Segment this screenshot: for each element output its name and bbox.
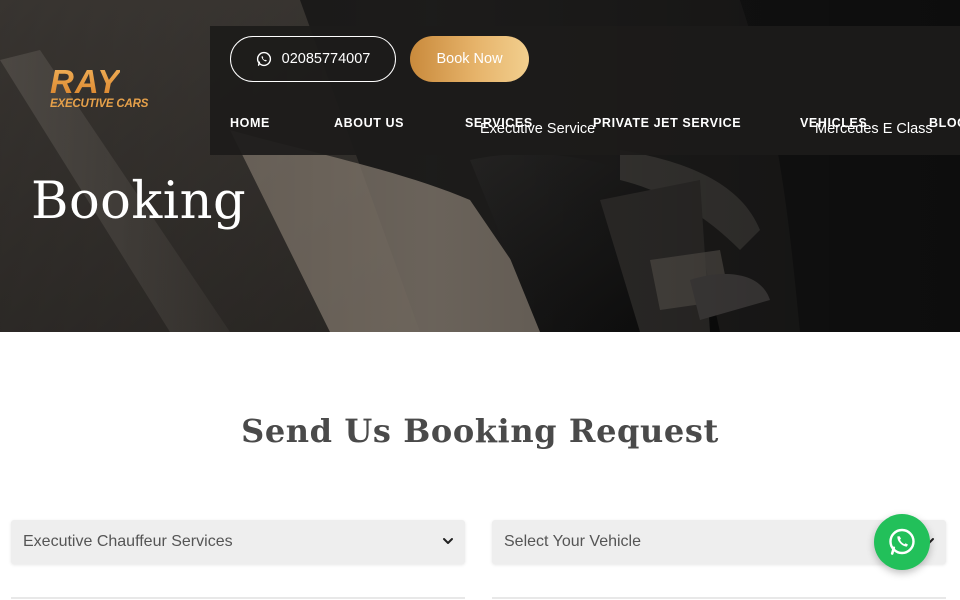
nav-about-us[interactable]: ABOUT US — [334, 116, 404, 130]
book-now-button[interactable]: Book Now — [410, 36, 529, 82]
nav-private-jet-service[interactable]: PRIVATE JET SERVICE — [593, 116, 741, 130]
booking-form-heading: Send Us Booking Request — [241, 412, 719, 450]
whatsapp-chat-button[interactable] — [874, 514, 930, 570]
nav-blog[interactable]: BLOG — [929, 116, 960, 130]
page-title: Booking — [31, 172, 247, 231]
service-select[interactable]: Executive Chauffeur Services — [11, 520, 465, 564]
phone-number: 02085774007 — [281, 51, 371, 67]
logo-tagline: EXECUTIVE CARS — [50, 98, 149, 110]
hero-banner: RAY EXECUTIVE CARS 02085774007 Book Now … — [0, 0, 960, 332]
whatsapp-icon — [889, 528, 915, 555]
phone-call-button[interactable]: 02085774007 — [230, 36, 396, 82]
brand-logo[interactable]: RAY EXECUTIVE CARS — [50, 64, 170, 114]
service-select-value: Executive Chauffeur Services — [23, 533, 233, 550]
submenu-mercedes-e-class[interactable]: Mercedes E Class — [815, 121, 933, 137]
nav-home[interactable]: HOME — [230, 116, 270, 130]
next-field-top-edge — [492, 597, 946, 599]
next-field-top-edge — [11, 597, 465, 599]
vehicle-select-value: Select Your Vehicle — [504, 533, 641, 550]
whatsapp-icon — [256, 51, 271, 67]
logo-wordmark: RAY — [50, 63, 121, 100]
submenu-executive-service[interactable]: Executive Service — [480, 121, 595, 137]
chevron-down-icon — [443, 538, 453, 544]
